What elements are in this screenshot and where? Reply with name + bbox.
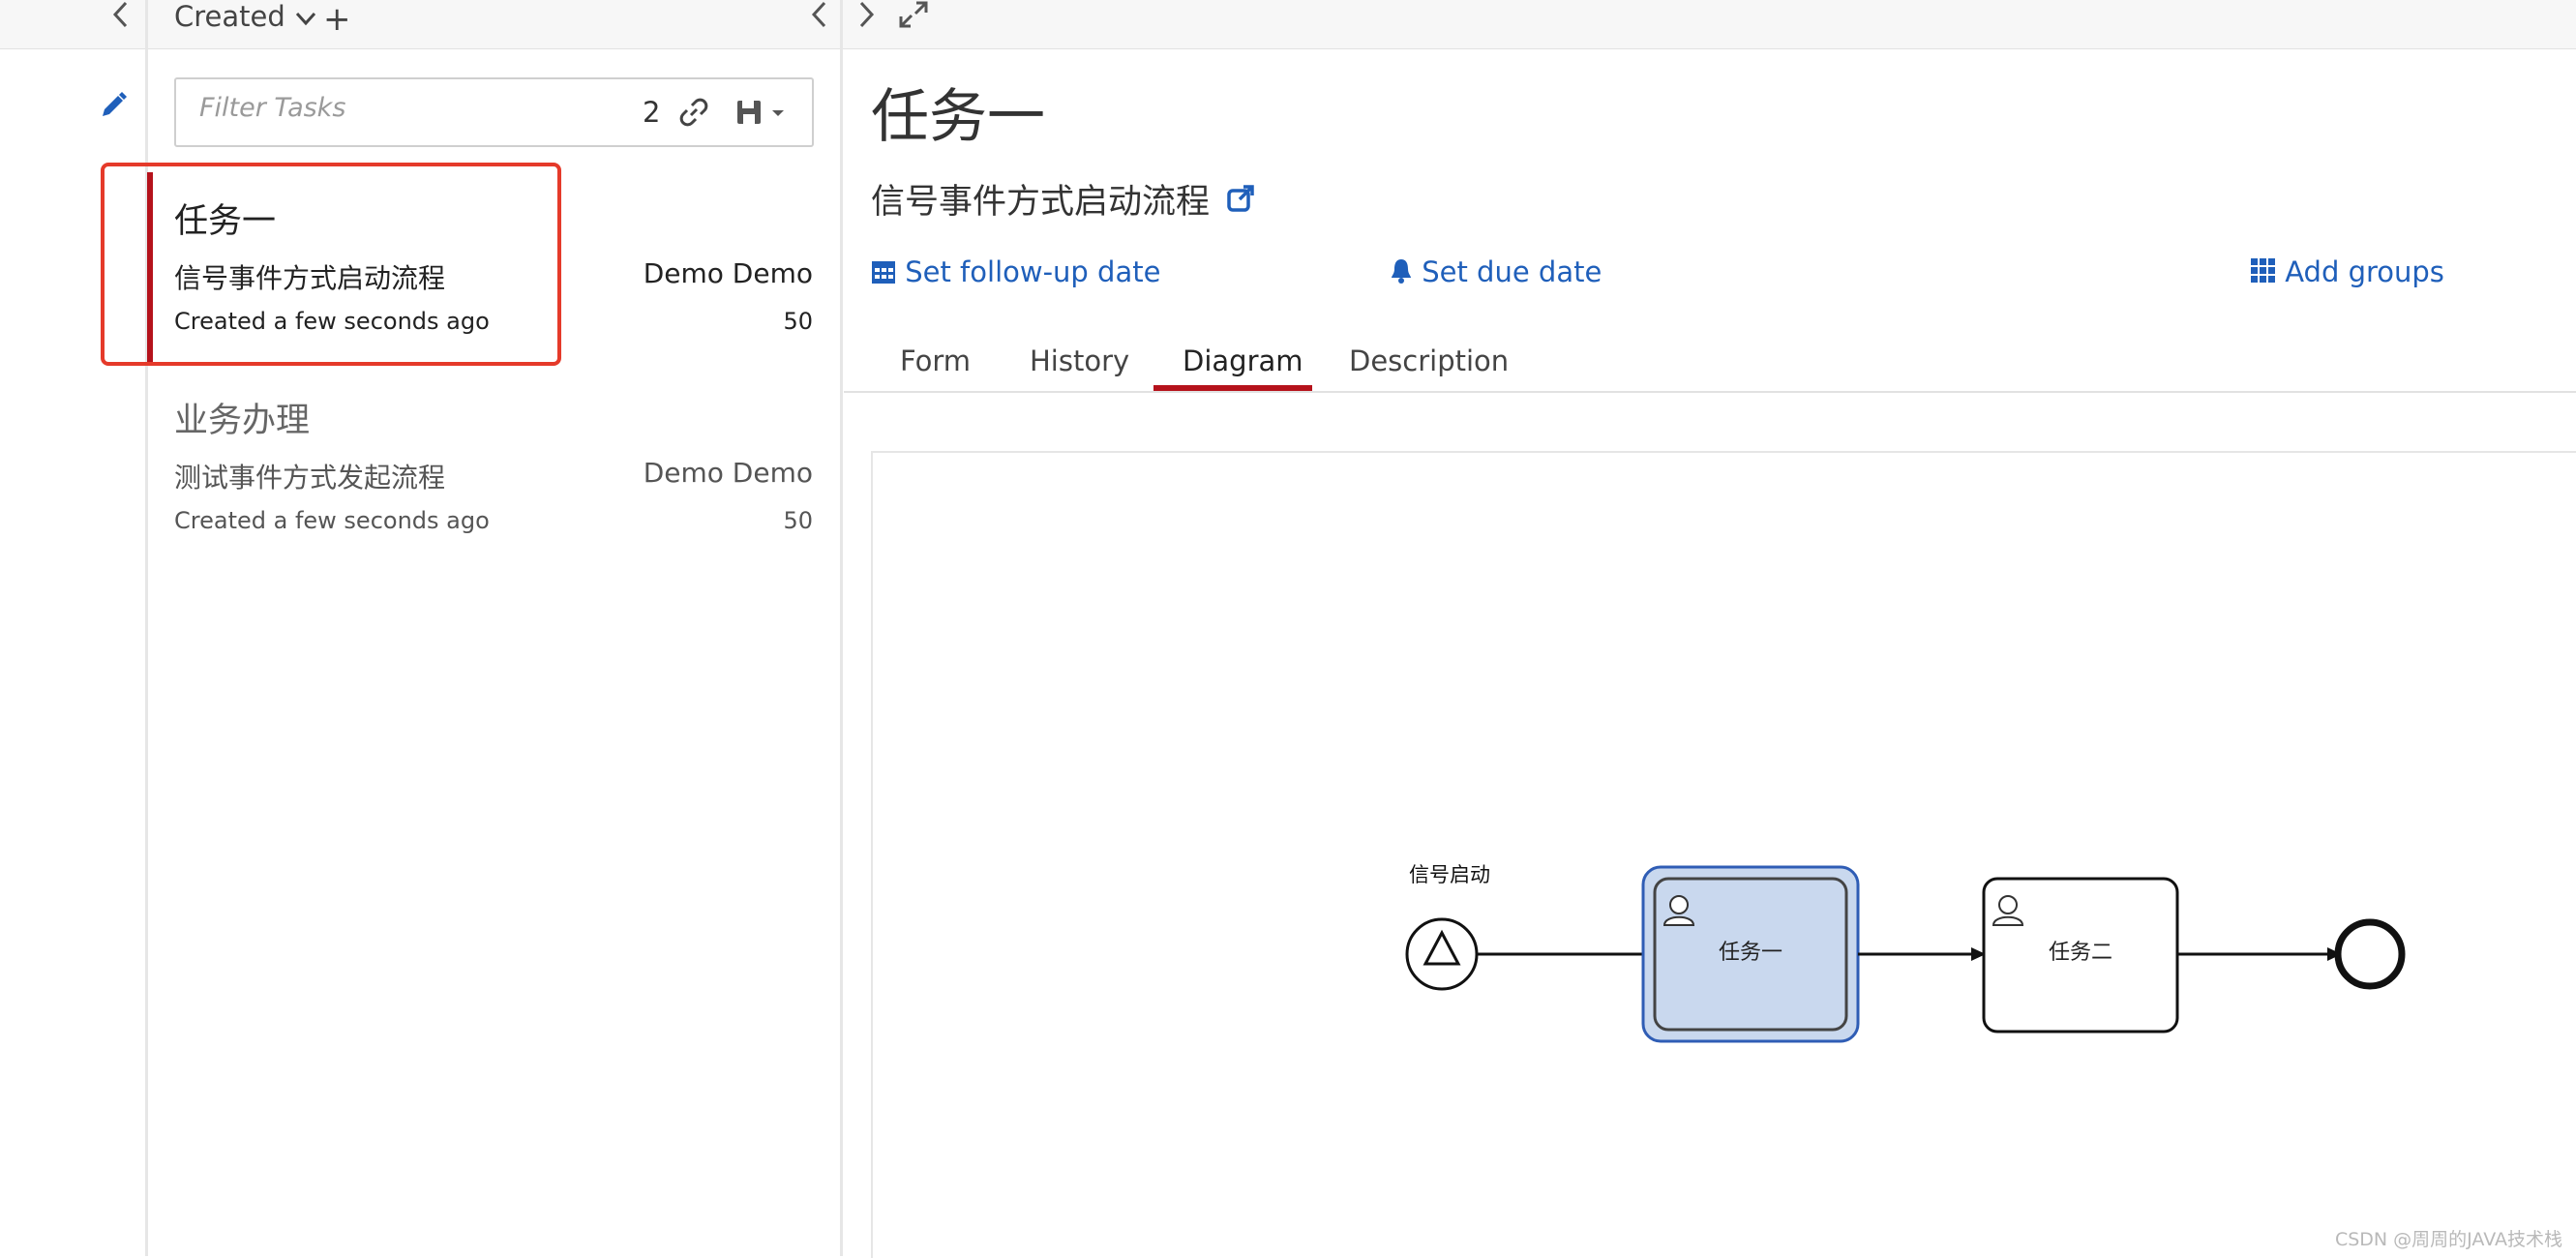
collapse-rail-chevron-left-icon[interactable] (110, 0, 132, 35)
top-toolbar (0, 0, 2576, 49)
add-sort-button[interactable]: + (323, 0, 351, 39)
external-link-icon[interactable] (1226, 184, 1257, 215)
save-icon[interactable] (735, 98, 790, 131)
tab-diagram[interactable]: Diagram (1183, 344, 1303, 377)
end-event[interactable] (2334, 918, 2406, 990)
groups-label: Add groups (2285, 255, 2444, 288)
bpmn-diagram (1405, 865, 2406, 1043)
signal-start-event[interactable] (1405, 917, 1479, 991)
sort-label: Created (174, 0, 285, 33)
task-process: 信号事件方式启动流程 (174, 262, 446, 294)
tab-form[interactable]: Form (900, 344, 971, 377)
expand-icon[interactable] (898, 0, 929, 33)
add-groups-button[interactable]: Add groups (2251, 255, 2444, 288)
expand-chevron-right-icon[interactable] (855, 0, 877, 33)
task-title: 任务一 (871, 83, 1045, 151)
link-icon[interactable] (679, 98, 708, 131)
panel-divider (840, 0, 843, 1256)
calendar-icon (872, 261, 895, 284)
pencil-icon[interactable] (99, 91, 128, 124)
task-created: Created a few seconds ago (174, 507, 490, 534)
task-priority: 50 (783, 507, 813, 534)
task-name[interactable]: 业务办理 (174, 393, 310, 442)
set-due-date-button[interactable]: Set due date (1390, 255, 1602, 288)
set-follow-up-date-button[interactable]: Set follow-up date (871, 255, 1160, 288)
process-name-text: 信号事件方式启动流程 (871, 183, 1211, 222)
watermark: CSDN @周周的JAVA技术栈 (2334, 1229, 2562, 1250)
task-priority: 50 (783, 308, 813, 335)
process-name[interactable]: 信号事件方式启动流程 (871, 174, 1257, 224)
chevron-down-icon (295, 12, 316, 26)
task2-label: 任务二 (2048, 941, 2112, 965)
task-process: 测试事件方式发起流程 (174, 462, 446, 494)
task-created: Created a few seconds ago (174, 308, 490, 335)
tab-description[interactable]: Description (1349, 344, 1509, 377)
tab-history[interactable]: History (1030, 344, 1129, 377)
sort-dropdown[interactable]: Created (174, 0, 317, 33)
follow-up-label: Set follow-up date (905, 255, 1161, 288)
filter-count: 2 (643, 96, 661, 129)
task1-label: 任务一 (1718, 941, 1782, 965)
sequence-flow (1858, 947, 1986, 961)
bell-icon (1392, 259, 1411, 284)
tabs-divider (844, 391, 2576, 393)
task-assignee: Demo Demo (643, 457, 813, 489)
sequence-flow (1477, 947, 1657, 961)
sequence-flow (2177, 947, 2342, 961)
filter-input[interactable]: Filter Tasks (199, 93, 345, 123)
due-label: Set due date (1422, 255, 1603, 288)
active-tab-indicator (1153, 385, 1312, 391)
collapse-list-chevron-left-icon[interactable] (809, 0, 830, 33)
task-assignee: Demo Demo (643, 257, 813, 289)
task-name[interactable]: 任务一 (174, 194, 276, 243)
grid-icon (2251, 258, 2275, 283)
